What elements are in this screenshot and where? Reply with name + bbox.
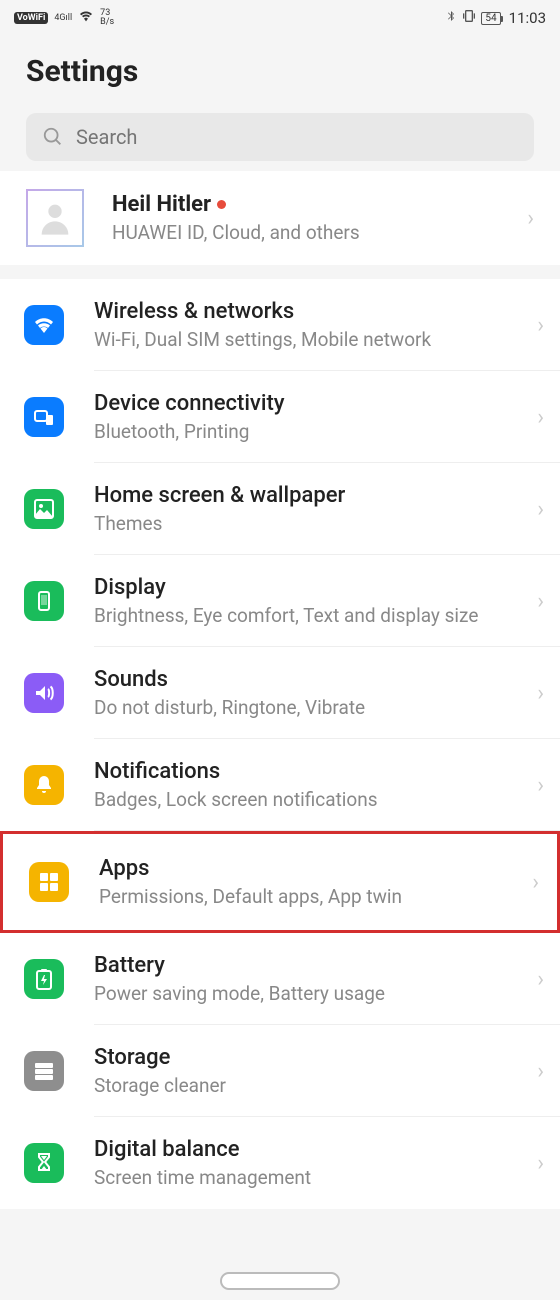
status-bar: VoWiFi 4Gıll 73 B/s 54 11:03 <box>0 0 560 36</box>
settings-item-home-wallpaper[interactable]: Home screen & wallpaper Themes › <box>0 463 560 555</box>
item-title: Wireless & networks <box>94 299 537 324</box>
item-subtitle: Storage cleaner <box>94 1074 537 1097</box>
item-title: Display <box>94 575 537 600</box>
notification-dot-icon <box>217 200 226 209</box>
battery-icon: 54 <box>481 12 500 25</box>
item-subtitle: Power saving mode, Battery usage <box>94 982 537 1005</box>
settings-item-battery[interactable]: Battery Power saving mode, Battery usage… <box>0 933 560 1025</box>
bell-icon <box>24 765 64 805</box>
devices-icon <box>24 397 64 437</box>
vibrate-icon <box>461 8 477 28</box>
chevron-right-icon: › <box>537 313 544 338</box>
image-icon <box>24 489 64 529</box>
item-title: Battery <box>94 953 537 978</box>
sound-icon <box>24 673 64 713</box>
highlight-box: Apps Permissions, Default apps, App twin… <box>0 831 560 933</box>
item-texts: Display Brightness, Eye comfort, Text an… <box>94 575 537 627</box>
profile-texts: Heil Hitler HUAWEI ID, Cloud, and others <box>112 192 527 244</box>
chevron-right-icon: › <box>537 773 544 798</box>
chevron-right-icon: › <box>527 206 534 231</box>
item-texts: Apps Permissions, Default apps, App twin <box>99 856 532 908</box>
item-texts: Home screen & wallpaper Themes <box>94 483 537 535</box>
item-texts: Notifications Badges, Lock screen notifi… <box>94 759 537 811</box>
chevron-right-icon: › <box>532 870 539 895</box>
phone-icon <box>24 581 64 621</box>
avatar <box>26 189 84 247</box>
page-title: Settings <box>26 54 534 89</box>
settings-item-notifications[interactable]: Notifications Badges, Lock screen notifi… <box>0 739 560 831</box>
item-texts: Device connectivity Bluetooth, Printing <box>94 391 537 443</box>
settings-item-digital[interactable]: Digital balance Screen time management › <box>0 1117 560 1209</box>
chevron-right-icon: › <box>537 1151 544 1176</box>
item-title: Device connectivity <box>94 391 537 416</box>
item-texts: Digital balance Screen time management <box>94 1137 537 1189</box>
item-title: Home screen & wallpaper <box>94 483 537 508</box>
item-subtitle: Bluetooth, Printing <box>94 420 537 443</box>
clock: 11:03 <box>509 9 546 27</box>
settings-item-storage[interactable]: Storage Storage cleaner › <box>0 1025 560 1117</box>
chevron-right-icon: › <box>537 497 544 522</box>
home-indicator[interactable] <box>220 1272 340 1290</box>
wifi-status-icon <box>78 8 94 28</box>
item-title: Sounds <box>94 667 537 692</box>
item-subtitle: Wi-Fi, Dual SIM settings, Mobile network <box>94 328 537 351</box>
chevron-right-icon: › <box>537 589 544 614</box>
hourglass-icon <box>24 1143 64 1183</box>
status-left: VoWiFi 4Gıll 73 B/s <box>14 8 114 28</box>
settings-item-display[interactable]: Display Brightness, Eye comfort, Text an… <box>0 555 560 647</box>
item-title: Digital balance <box>94 1137 537 1162</box>
status-right: 54 11:03 <box>445 8 546 28</box>
battery-icon <box>24 959 64 999</box>
vowifi-badge: VoWiFi <box>14 12 48 24</box>
settings-item-wireless[interactable]: Wireless & networks Wi-Fi, Dual SIM sett… <box>0 279 560 371</box>
item-subtitle: Permissions, Default apps, App twin <box>99 885 532 908</box>
network-speed: 73 B/s <box>100 9 114 27</box>
item-title: Storage <box>94 1045 537 1070</box>
settings-item-apps[interactable]: Apps Permissions, Default apps, App twin… <box>5 836 555 928</box>
search-bar[interactable] <box>26 113 534 161</box>
profile-row[interactable]: Heil Hitler HUAWEI ID, Cloud, and others… <box>0 171 560 265</box>
item-subtitle: Do not disturb, Ringtone, Vibrate <box>94 696 537 719</box>
search-icon <box>42 126 64 148</box>
item-title: Apps <box>99 856 532 881</box>
storage-icon <box>24 1051 64 1091</box>
page-header: Settings <box>0 36 560 113</box>
bluetooth-icon <box>445 8 457 28</box>
settings-item-sounds[interactable]: Sounds Do not disturb, Ringtone, Vibrate… <box>0 647 560 739</box>
wifi-icon <box>24 305 64 345</box>
chevron-right-icon: › <box>537 967 544 992</box>
item-texts: Storage Storage cleaner <box>94 1045 537 1097</box>
item-subtitle: Themes <box>94 512 537 535</box>
item-title: Notifications <box>94 759 537 784</box>
item-texts: Wireless & networks Wi-Fi, Dual SIM sett… <box>94 299 537 351</box>
item-subtitle: Screen time management <box>94 1166 537 1189</box>
search-input[interactable] <box>76 125 518 149</box>
settings-list: Wireless & networks Wi-Fi, Dual SIM sett… <box>0 279 560 1209</box>
chevron-right-icon: › <box>537 1059 544 1084</box>
item-subtitle: Brightness, Eye comfort, Text and displa… <box>94 604 537 627</box>
apps-icon <box>29 862 69 902</box>
item-subtitle: Badges, Lock screen notifications <box>94 788 537 811</box>
profile-name: Heil Hitler <box>112 192 527 217</box>
item-texts: Sounds Do not disturb, Ringtone, Vibrate <box>94 667 537 719</box>
signal-icon: 4Gıll <box>54 13 72 23</box>
item-texts: Battery Power saving mode, Battery usage <box>94 953 537 1005</box>
settings-item-connectivity[interactable]: Device connectivity Bluetooth, Printing … <box>0 371 560 463</box>
chevron-right-icon: › <box>537 405 544 430</box>
chevron-right-icon: › <box>537 681 544 706</box>
profile-subtitle: HUAWEI ID, Cloud, and others <box>112 221 527 244</box>
